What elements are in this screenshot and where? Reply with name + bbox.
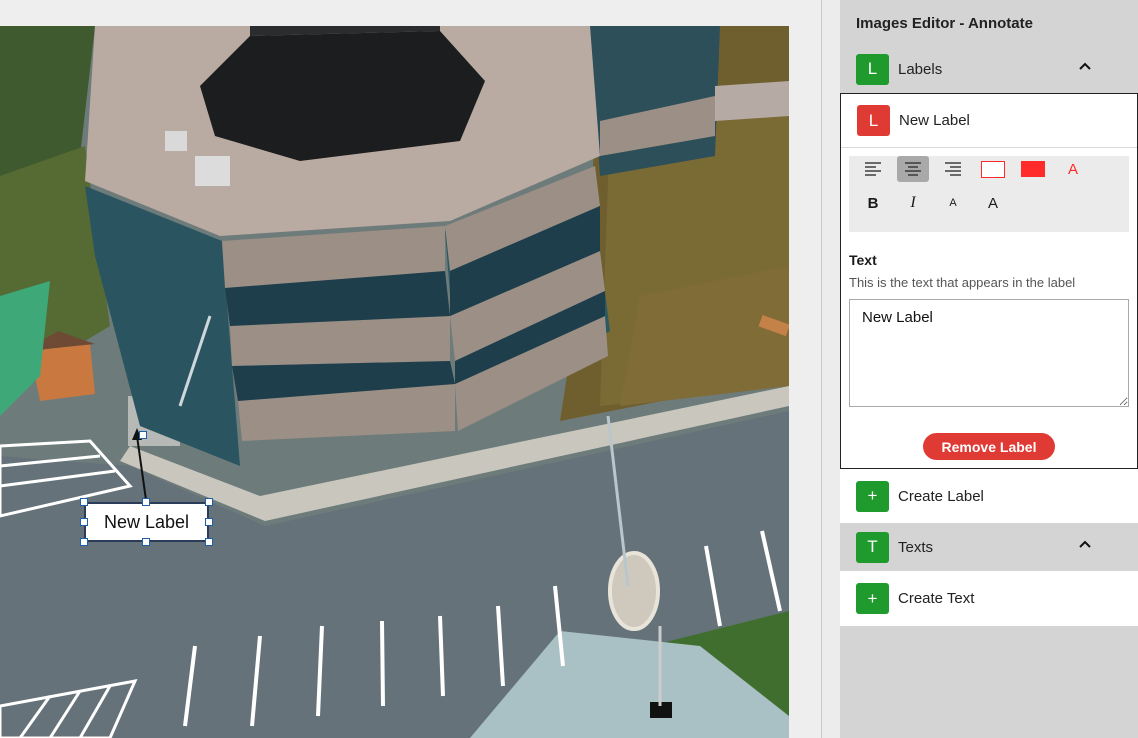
plus-icon: + [856,480,889,512]
align-left-icon [865,162,881,176]
remove-label-button[interactable]: Remove Label [923,433,1055,460]
bold-button[interactable]: B [857,190,889,216]
fill-color-swatch [1021,161,1045,177]
labels-section-label: Labels [898,60,943,78]
texts-section-label: Texts [898,538,934,556]
italic-button[interactable]: I [897,190,929,216]
label-item-header[interactable]: L New Label [841,94,1137,148]
border-color-button[interactable] [977,156,1009,182]
bold-glyph: B [867,194,879,212]
resize-handle-bottom-right[interactable] [205,538,213,546]
label-item-card: L New Label A B I A A Text This is the t… [840,93,1138,469]
fill-color-button[interactable] [1017,156,1049,182]
annotated-photo[interactable] [0,26,789,738]
text-field-help: This is the text that appears in the lab… [849,275,1076,290]
label-item-badge: L [857,105,890,136]
resize-handle-left[interactable] [80,518,88,526]
aerial-building-photo [0,26,789,738]
align-left-button[interactable] [857,156,889,182]
text-color-glyph: A [1067,160,1078,178]
resize-handle-top-right[interactable] [205,498,213,506]
text-color-button[interactable]: A [1057,156,1089,182]
align-right-button[interactable] [937,156,969,182]
panel-title: Images Editor - Annotate [856,15,1033,32]
image-canvas-area: New Label [0,0,822,738]
label-item-name: New Label [899,112,970,129]
chevron-up-icon[interactable] [1078,537,1092,551]
canvas-label-text: New Label [103,511,190,532]
align-center-icon [905,162,921,176]
align-center-button[interactable] [897,156,929,182]
text-field-title: Text [849,252,877,268]
labels-section-header[interactable]: L Labels [840,45,1138,93]
annotate-panel: Images Editor - Annotate L Labels L New … [840,0,1138,738]
canvas-label[interactable]: New Label [84,502,209,542]
border-color-swatch [981,160,1005,178]
resize-handle-bottom[interactable] [142,538,150,546]
texts-section-header[interactable]: T Texts [840,523,1138,571]
large-font-glyph: A [987,194,998,212]
chevron-up-icon[interactable] [1078,59,1092,73]
resize-handle-top[interactable] [142,498,150,506]
texts-badge: T [856,531,889,563]
create-text-text: Create Text [898,590,975,607]
labels-badge: L [856,53,889,85]
align-right-icon [945,162,961,176]
create-text-button[interactable]: + Create Text [840,571,1138,626]
resize-handle-bottom-left[interactable] [80,538,88,546]
small-font-glyph: A [949,197,957,209]
decrease-font-button[interactable]: A [937,190,969,216]
plus-icon: + [856,583,889,614]
anchor-handle[interactable] [139,431,147,439]
create-label-text: Create Label [898,487,984,505]
label-format-toolbar: A B I A A [849,156,1129,232]
resize-handle-right[interactable] [205,518,213,526]
label-text-input[interactable]: New Label [849,299,1129,407]
italic-glyph: I [910,194,916,211]
increase-font-button[interactable]: A [977,190,1009,216]
resize-handle-top-left[interactable] [80,498,88,506]
create-label-button[interactable]: + Create Label [840,469,1138,523]
